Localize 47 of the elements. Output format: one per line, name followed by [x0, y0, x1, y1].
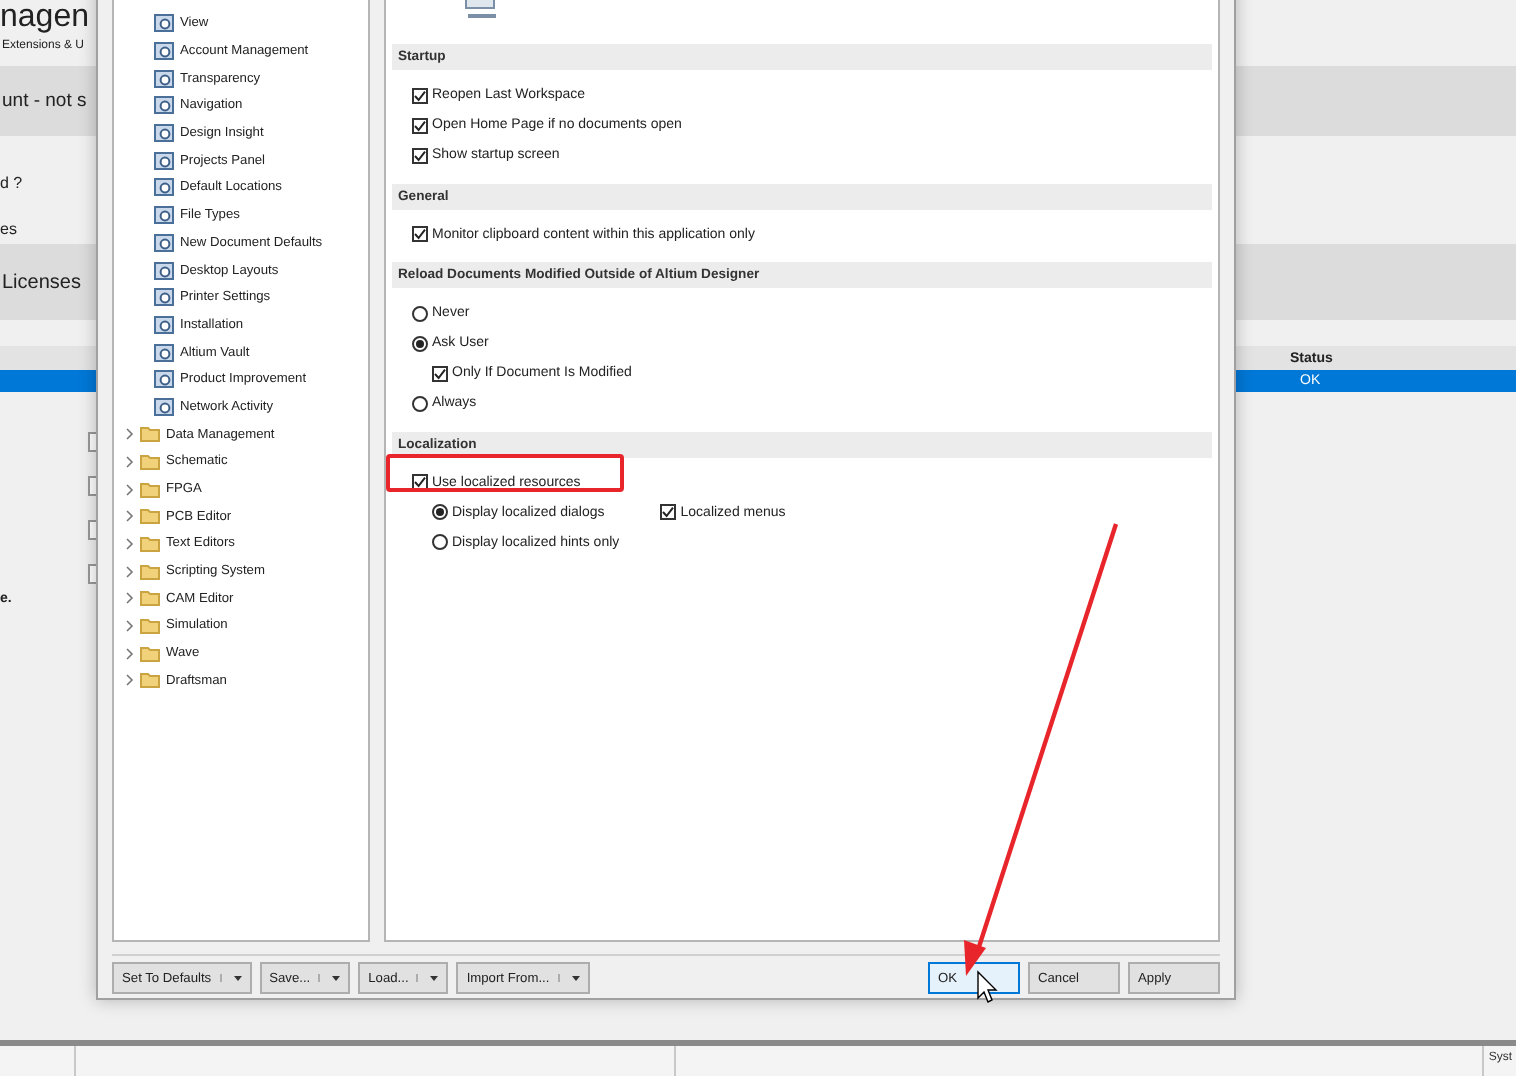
checkbox[interactable]	[660, 504, 677, 520]
system-icon	[464, 0, 500, 20]
section-title: Licenses	[0, 271, 81, 293]
radio-button[interactable]	[412, 305, 428, 321]
settings-page-icon	[154, 370, 174, 389]
settings-page-icon	[154, 151, 174, 170]
banner-text: unt - not s	[0, 90, 87, 112]
info-text: es	[0, 220, 17, 240]
dropdown-arrow-icon[interactable]	[219, 974, 242, 982]
settings-page-icon	[154, 69, 174, 88]
chevron-right-icon[interactable]	[126, 592, 134, 605]
checkbox[interactable]	[412, 147, 428, 163]
checkbox[interactable]	[412, 226, 428, 242]
chevron-right-icon[interactable]	[126, 483, 134, 496]
chevron-right-icon[interactable]	[126, 619, 134, 632]
settings-page-icon	[154, 288, 174, 307]
dropdown-arrow-icon[interactable]	[416, 974, 439, 982]
settings-page-icon	[154, 124, 174, 143]
chevron-right-icon[interactable]	[126, 510, 134, 523]
chevron-right-icon[interactable]	[126, 565, 134, 578]
dropdown-arrow-icon[interactable]	[318, 974, 341, 982]
settings-page-icon	[154, 261, 174, 280]
settings-page-icon	[154, 14, 174, 33]
checkbox[interactable]	[432, 365, 448, 381]
radio-button[interactable]	[412, 395, 428, 411]
page-title: nagen	[0, 0, 89, 38]
chevron-right-icon[interactable]	[126, 647, 134, 660]
settings-page-icon	[154, 343, 174, 362]
mouse-pointer-icon	[977, 970, 998, 1003]
settings-page-icon	[154, 42, 174, 61]
settings-page-icon	[154, 233, 174, 252]
radio-button[interactable]	[432, 504, 448, 520]
chevron-right-icon[interactable]	[126, 537, 134, 550]
checkbox[interactable]	[412, 87, 428, 103]
info-text: d ?	[0, 174, 23, 194]
settings-page-icon	[154, 96, 174, 115]
dropdown-arrow-icon[interactable]	[557, 974, 580, 982]
settings-page-icon	[154, 206, 174, 225]
settings-page-icon	[154, 397, 174, 416]
settings-page-icon	[154, 178, 174, 197]
radio-button[interactable]	[432, 534, 448, 550]
chevron-right-icon[interactable]	[126, 455, 134, 468]
chevron-right-icon[interactable]	[126, 674, 134, 687]
checkbox[interactable]	[412, 117, 428, 133]
radio-button[interactable]	[412, 335, 428, 351]
chevron-right-icon[interactable]	[126, 428, 134, 441]
settings-page-icon	[154, 315, 174, 334]
